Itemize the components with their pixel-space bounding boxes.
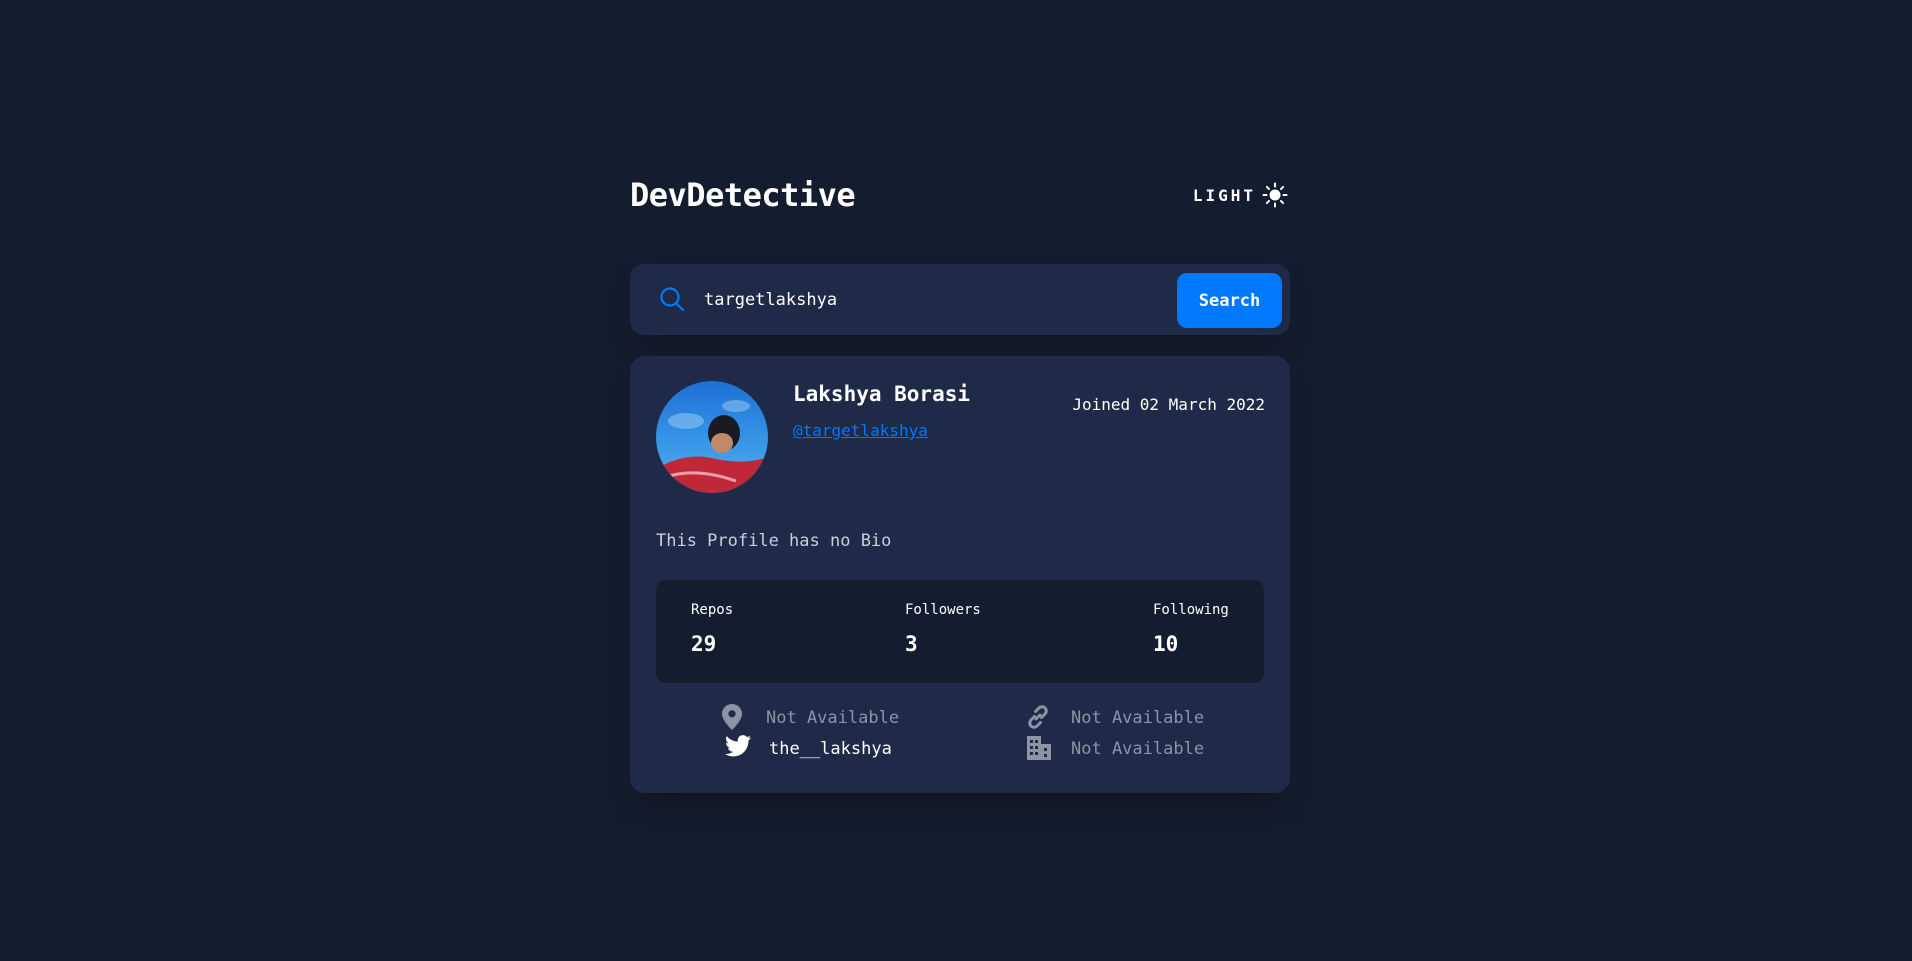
stat-repos: Repos 29 (691, 602, 733, 656)
link-icon (1025, 704, 1055, 732)
header: DevDetective LIGHT (630, 172, 1290, 218)
location-text: Not Available (766, 708, 900, 728)
stat-followers-value: 3 (905, 632, 918, 656)
stat-followers-label: Followers (905, 602, 981, 618)
app-logo: DevDetective (630, 176, 856, 214)
twitter-item: the__lakshya (725, 735, 892, 763)
stat-following-value: 10 (1153, 632, 1179, 656)
theme-toggle[interactable]: LIGHT (1193, 182, 1288, 208)
company-item: Not Available (1026, 735, 1204, 763)
twitter-text[interactable]: the__lakshya (769, 739, 892, 759)
location-pin-icon (722, 704, 752, 732)
company-building-icon (1026, 735, 1056, 763)
user-name: Lakshya Borasi (793, 382, 971, 406)
user-login-link[interactable]: @targetlakshya (793, 421, 928, 440)
user-bio: This Profile has no Bio (656, 531, 892, 551)
theme-label: LIGHT (1192, 185, 1256, 205)
stats-panel: Repos 29 Followers 3 Following 10 (656, 580, 1264, 683)
avatar (656, 381, 768, 493)
stat-repos-value: 29 (691, 632, 717, 656)
stat-following: Following 10 (1153, 602, 1229, 656)
stat-following-label: Following (1153, 602, 1229, 618)
stat-repos-label: Repos (691, 602, 734, 618)
search-bar: Search (630, 264, 1290, 335)
profile-card: Lakshya Borasi @targetlakshya Joined 02 … (630, 356, 1290, 793)
search-icon (659, 286, 685, 316)
twitter-icon (725, 735, 755, 763)
sun-icon (1262, 182, 1288, 208)
website-text: Not Available (1071, 708, 1205, 728)
location-item: Not Available (722, 704, 899, 732)
search-button[interactable]: Search (1177, 273, 1282, 328)
website-item: Not Available (1025, 704, 1204, 732)
search-input[interactable] (702, 282, 1146, 318)
company-text: Not Available (1071, 739, 1205, 759)
stat-followers: Followers 3 (905, 602, 981, 656)
joined-date: Joined 02 March 2022 (1072, 395, 1265, 414)
